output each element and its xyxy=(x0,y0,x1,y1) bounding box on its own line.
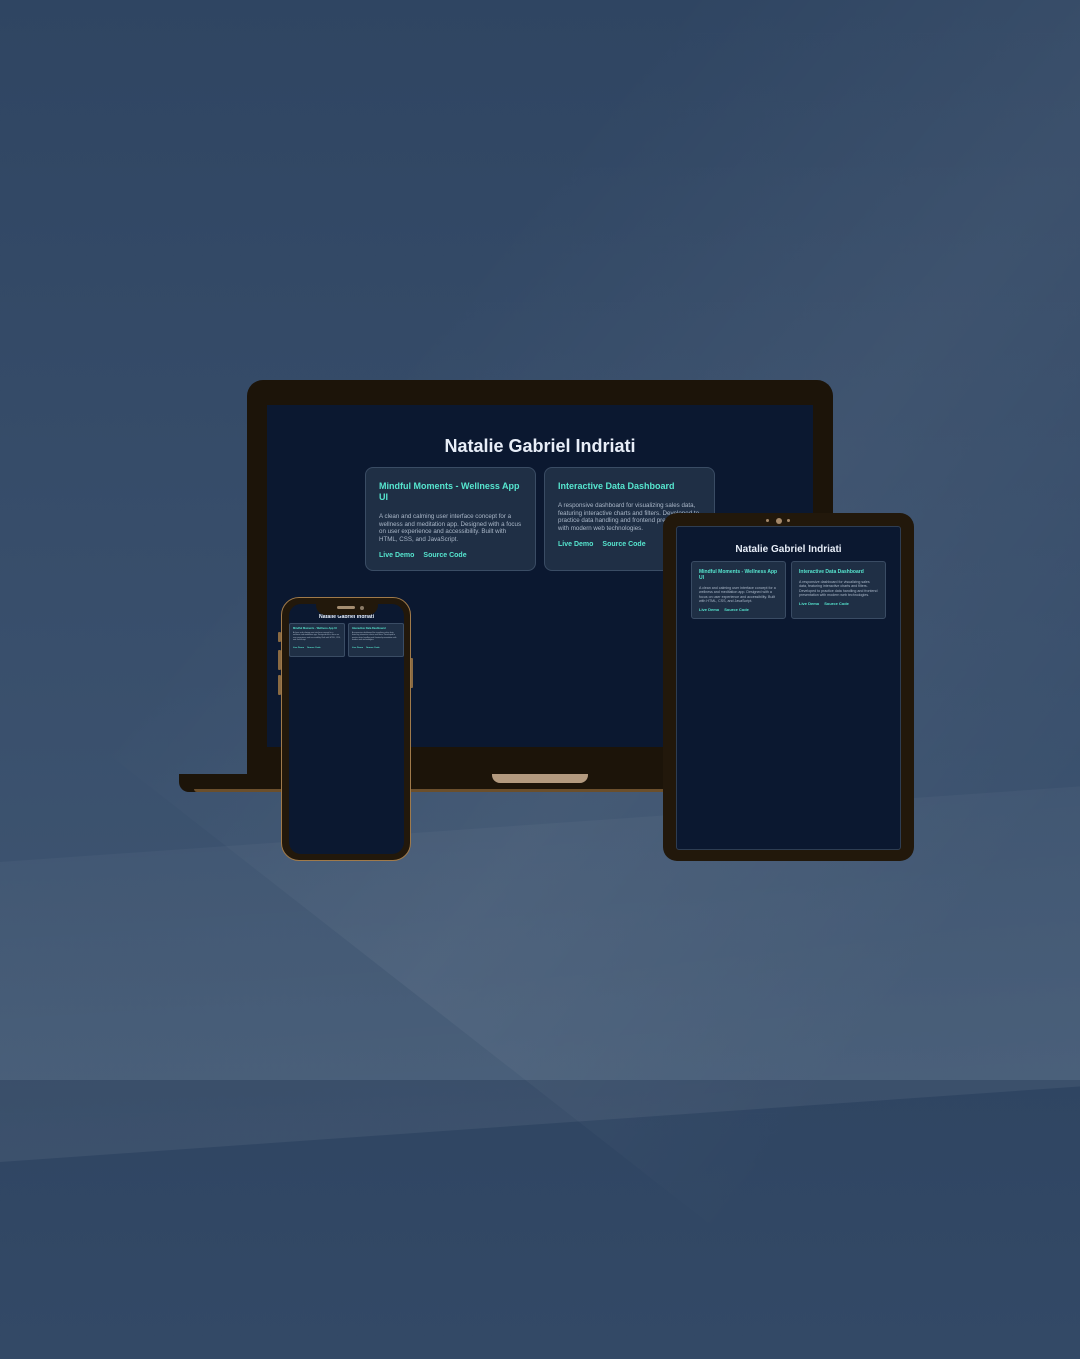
project-card-mindful-moments: Mindful Moments - Wellness App UI A clea… xyxy=(365,467,536,571)
phone-speaker-icon xyxy=(337,606,355,609)
project-description: A responsive dashboard for visualizing s… xyxy=(799,580,878,597)
laptop-trackpad-notch xyxy=(492,774,588,783)
project-title: Mindful Moments - Wellness App UI xyxy=(699,569,778,581)
source-code-link[interactable]: Source Code xyxy=(423,552,466,559)
project-title: Interactive Data Dashboard xyxy=(558,481,675,491)
project-card-mindful-moments: Mindful Moments - Wellness App UI A clea… xyxy=(691,561,786,619)
project-description: A clean and calming user interface conce… xyxy=(379,513,522,543)
background-floor xyxy=(0,771,1080,1169)
live-demo-link[interactable]: Live Demo xyxy=(558,541,593,548)
tablet-sensor-icon xyxy=(787,519,790,522)
live-demo-link[interactable]: Live Demo xyxy=(799,601,819,606)
project-title: Mindful Moments - Wellness App UI xyxy=(293,627,337,630)
live-demo-link[interactable]: Live Demo xyxy=(352,647,363,649)
project-title: Interactive Data Dashboard xyxy=(352,627,386,630)
source-code-link[interactable]: Source Code xyxy=(724,607,749,612)
project-card-data-dashboard: Interactive Data Dashboard A responsive … xyxy=(791,561,886,619)
project-card-mindful-moments: Mindful Moments - Wellness App UI A clea… xyxy=(289,623,345,657)
project-cards: Mindful Moments - Wellness App UI A clea… xyxy=(677,561,900,619)
tablet-camera-icon xyxy=(776,518,782,524)
source-code-link[interactable]: Source Code xyxy=(824,601,849,606)
phone-camera-icon xyxy=(360,606,364,610)
project-title: Mindful Moments - Wellness App UI xyxy=(379,481,520,502)
page-title: Natalie Gabriel Indriati xyxy=(735,544,842,555)
live-demo-link[interactable]: Live Demo xyxy=(379,552,414,559)
source-code-link[interactable]: Source Code xyxy=(602,541,645,548)
project-card-data-dashboard: Interactive Data Dashboard A responsive … xyxy=(348,623,404,657)
project-cards: Mindful Moments - Wellness App UI A clea… xyxy=(289,623,404,657)
source-code-link[interactable]: Source Code xyxy=(366,647,380,649)
project-description: A clean and calming user interface conce… xyxy=(293,632,341,641)
phone-screen: Natalie Gabriel Indriati Mindful Moments… xyxy=(289,604,404,854)
project-description: A responsive dashboard for visualizing s… xyxy=(352,632,397,641)
tablet-screen: Natalie Gabriel Indriati Mindful Moments… xyxy=(676,526,901,850)
live-demo-link[interactable]: Live Demo xyxy=(293,647,304,649)
source-code-link[interactable]: Source Code xyxy=(307,647,321,649)
project-description: A clean and calming user interface conce… xyxy=(699,586,776,603)
project-title: Interactive Data Dashboard xyxy=(799,569,864,575)
live-demo-link[interactable]: Live Demo xyxy=(699,607,719,612)
page-title: Natalie Gabriel Indriati xyxy=(444,436,636,456)
tablet-sensor-icon xyxy=(766,519,769,522)
